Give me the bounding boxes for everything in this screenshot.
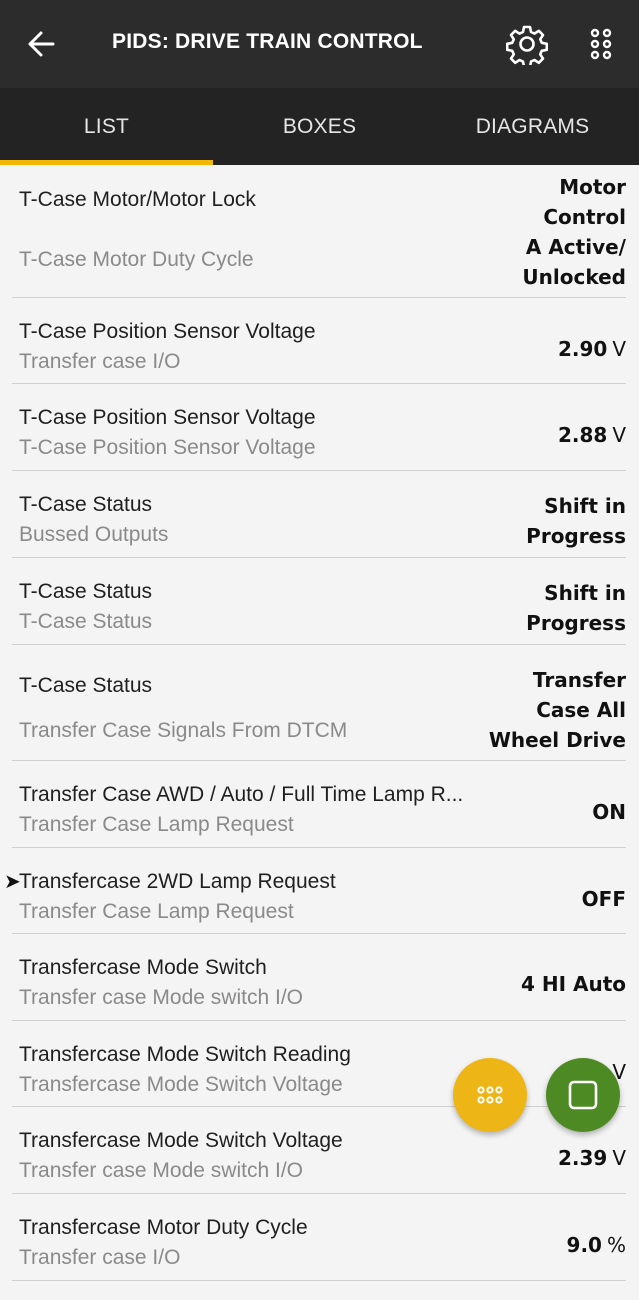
pid-value: 4 HI Auto	[521, 969, 626, 999]
list-item[interactable]: Transfercase Mode Switch Voltage Transfe…	[12, 1107, 626, 1194]
stop-square-icon	[568, 1080, 598, 1110]
page-title: PIDS: DRIVE TRAIN CONTROL	[112, 30, 423, 53]
pid-value: Shift in Progress	[526, 578, 626, 638]
value-text: Motor Control A Active/ Unlocked	[522, 175, 626, 289]
pid-value: 9.0%	[567, 1230, 626, 1260]
pid-source: T-Case Motor Duty Cycle	[19, 248, 254, 271]
pid-value: Transfer Case All Wheel Drive	[489, 665, 626, 755]
list-item[interactable]: Transfercase Mode Switch Transfer case M…	[12, 934, 626, 1021]
pid-name: T-Case Position Sensor Voltage	[19, 320, 316, 343]
list-item[interactable]: T-Case Status Transfer Case Signals From…	[12, 645, 626, 761]
more-options-button[interactable]	[586, 24, 616, 64]
pid-name: Transfercase Motor Duty Cycle	[19, 1216, 308, 1239]
app-bar: PIDS: DRIVE TRAIN CONTROL	[0, 0, 639, 88]
list-item[interactable]: Transfercase Mode Switch Reading Transfe…	[12, 1021, 626, 1107]
pid-source: Transfer Case Lamp Request	[19, 813, 294, 836]
pid-name: Transfercase 2WD Lamp Request	[19, 870, 336, 893]
list-item[interactable]: Transfer Case AWD / Auto / Full Time Lam…	[12, 761, 626, 848]
value-unit: %	[606, 1233, 626, 1257]
pid-source: Bussed Outputs	[19, 523, 169, 546]
value-unit: V	[612, 1146, 626, 1170]
pid-name: Transfer Case AWD / Auto / Full Time Lam…	[19, 783, 464, 806]
pid-name: T-Case Motor/Motor Lock	[19, 188, 256, 211]
value-text: 2.90	[557, 337, 608, 361]
pid-source: Transfer Case Signals From DTCM	[19, 719, 348, 742]
list-item[interactable]: T-Case Motor/Motor Lock T-Case Motor Dut…	[12, 165, 626, 298]
pid-source: T-Case Position Sensor Voltage	[19, 436, 316, 459]
pid-value: OFF	[582, 884, 626, 914]
pid-name: T-Case Status	[19, 580, 153, 603]
pid-value: 2.88 V	[558, 420, 626, 450]
value-text: 2.88	[557, 423, 608, 447]
list-item[interactable]: T-Case Position Sensor Voltage T-Case Po…	[12, 384, 626, 471]
tab-boxes[interactable]: BOXES	[213, 88, 426, 165]
stop-recording-fab[interactable]	[546, 1058, 620, 1132]
pid-value: 2.90 V	[558, 334, 626, 364]
pid-name: Transfercase Mode Switch Reading	[19, 1043, 351, 1066]
pid-name: T-Case Status	[19, 674, 153, 697]
value-text: 9.0	[566, 1233, 602, 1257]
settings-button[interactable]	[505, 23, 549, 68]
arrow-left-icon	[28, 31, 55, 57]
pid-source: Transfercase Mode Switch Voltage	[19, 1073, 343, 1096]
pid-value: ON	[592, 797, 626, 827]
tab-label: LIST	[83, 114, 130, 138]
list-item[interactable]: ➤ Transfercase 2WD Lamp Request Transfer…	[4, 848, 626, 934]
value-text: Shift in Progress	[526, 494, 626, 548]
gear-icon	[505, 25, 549, 68]
value-text: OFF	[581, 887, 626, 911]
list-item[interactable]: T-Case Status T-Case Status Shift in Pro…	[12, 558, 626, 645]
tab-label: DIAGRAMS	[475, 114, 590, 138]
pid-list: T-Case Motor/Motor Lock T-Case Motor Dut…	[0, 165, 639, 1281]
value-text: ON	[592, 800, 626, 824]
value-text: Shift in Progress	[526, 581, 626, 635]
list-item[interactable]: Transfercase Motor Duty Cycle Transfer c…	[12, 1194, 626, 1281]
pid-source: Transfer Case Lamp Request	[19, 900, 294, 923]
pid-source: Transfer case Mode switch I/O	[19, 986, 303, 1009]
tab-list[interactable]: LIST	[0, 88, 213, 165]
tab-label: BOXES	[282, 114, 357, 138]
list-item[interactable]: T-Case Position Sensor Voltage Transfer …	[12, 298, 626, 384]
pid-value: 2.39 V	[558, 1143, 626, 1173]
pid-name: Transfercase Mode Switch Voltage	[19, 1129, 343, 1152]
back-button[interactable]	[22, 24, 62, 64]
value-unit: V	[612, 423, 626, 447]
value-text: Transfer Case All Wheel Drive	[488, 668, 626, 752]
dots-grid-icon	[590, 28, 612, 60]
tab-bar: LIST BOXES DIAGRAMS	[0, 88, 639, 165]
pid-source: Transfer case I/O	[19, 350, 181, 373]
pid-name: T-Case Position Sensor Voltage	[19, 406, 316, 429]
dots-grid-icon	[477, 1086, 503, 1104]
pid-value: Shift in Progress	[526, 491, 626, 551]
tab-diagrams[interactable]: DIAGRAMS	[426, 88, 639, 165]
pid-name: T-Case Status	[19, 493, 153, 516]
pid-source: Transfer case Mode switch I/O	[19, 1159, 303, 1182]
pid-source: Transfer case I/O	[19, 1246, 181, 1269]
pid-grid-fab[interactable]	[453, 1058, 527, 1132]
value-unit: V	[612, 337, 626, 361]
pid-source: T-Case Status	[19, 610, 153, 633]
pid-value: Motor Control A Active/ Unlocked	[522, 172, 626, 292]
value-text: 2.39	[557, 1146, 608, 1170]
pid-name: Transfercase Mode Switch	[19, 956, 267, 979]
value-text: 4 HI Auto	[520, 972, 626, 996]
list-item[interactable]: T-Case Status Bussed Outputs Shift in Pr…	[12, 471, 626, 558]
